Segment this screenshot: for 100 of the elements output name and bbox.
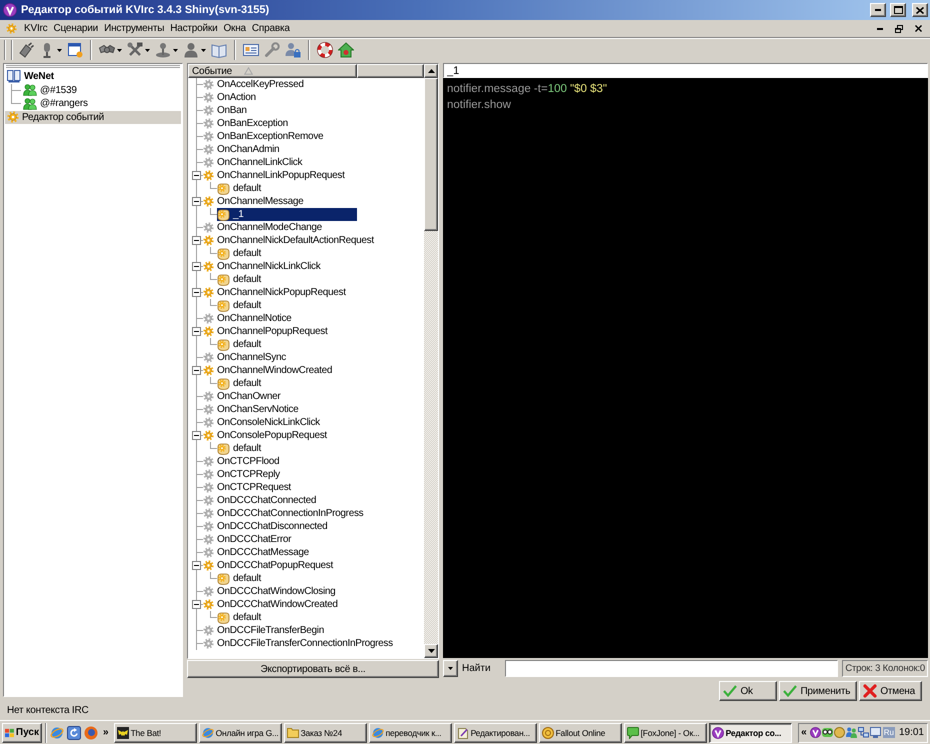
window-icon[interactable] bbox=[67, 42, 83, 58]
menu-item[interactable]: Справка bbox=[248, 21, 293, 36]
taskbar-button[interactable]: [FoxJone] - Ок... bbox=[624, 722, 707, 742]
maximize-button[interactable] bbox=[890, 3, 906, 17]
collapse-icon[interactable] bbox=[192, 366, 201, 375]
collapse-icon[interactable] bbox=[192, 197, 201, 206]
card-icon[interactable] bbox=[243, 42, 259, 58]
window-list-item[interactable]: Редактор событий bbox=[5, 110, 181, 124]
event-item[interactable]: OnCTCPFlood bbox=[203, 455, 282, 468]
event-item[interactable]: OnDCCChatDisconnected bbox=[203, 520, 330, 533]
glasses-icon[interactable] bbox=[822, 727, 833, 738]
caret-icon[interactable] bbox=[201, 48, 206, 52]
collapse-icon[interactable] bbox=[192, 431, 201, 440]
app-logo-icon[interactable] bbox=[810, 727, 821, 738]
event-item[interactable]: OnDCCFileTransferBegin bbox=[203, 624, 327, 637]
handler-item[interactable]: default bbox=[217, 182, 264, 195]
event-item[interactable]: OnChanAdmin bbox=[203, 143, 282, 156]
plug-icon[interactable] bbox=[18, 42, 34, 58]
event-item[interactable]: OnBanExceptionRemove bbox=[203, 130, 326, 143]
collapse-icon[interactable] bbox=[192, 561, 201, 570]
caret-icon[interactable] bbox=[117, 48, 122, 52]
network-icon[interactable] bbox=[858, 727, 869, 738]
restore-icon[interactable] bbox=[895, 24, 903, 32]
event-item[interactable]: OnDCCChatPopupRequest bbox=[203, 559, 336, 572]
circular-arrow-icon[interactable] bbox=[67, 726, 81, 740]
taskbar-button[interactable]: Онлайн игра G... bbox=[198, 722, 282, 742]
home-icon[interactable] bbox=[338, 42, 354, 58]
collapse-icon[interactable] bbox=[192, 236, 201, 245]
export-button[interactable]: Экспортировать всё в... bbox=[187, 660, 439, 678]
menu-item[interactable]: Настройки bbox=[167, 21, 220, 36]
collapse-icon[interactable] bbox=[192, 288, 201, 297]
event-item[interactable]: OnDCCChatConnectionInProgress bbox=[203, 507, 366, 520]
confirm-button[interactable]: Применить bbox=[779, 681, 858, 701]
app-logo-icon[interactable] bbox=[3, 3, 17, 17]
minimize-icon[interactable] bbox=[877, 28, 883, 30]
window-list-item[interactable]: @#1539 bbox=[21, 84, 80, 97]
caret-icon[interactable] bbox=[57, 48, 62, 52]
event-item[interactable]: OnAccelKeyPressed bbox=[203, 78, 307, 91]
taskbar-button[interactable]: переводчик к... bbox=[368, 722, 452, 742]
event-item[interactable]: OnChannelLinkPopupRequest bbox=[203, 169, 348, 182]
handler-item[interactable]: default bbox=[217, 247, 264, 260]
orb-icon[interactable] bbox=[84, 726, 98, 740]
event-item[interactable]: OnChannelNickLinkClick bbox=[203, 260, 324, 273]
handler-name-field[interactable]: _1 bbox=[443, 63, 928, 78]
taskbar-button[interactable]: Редактирован... bbox=[454, 722, 537, 742]
collapse-icon[interactable] bbox=[192, 262, 201, 271]
user-lock-icon[interactable] bbox=[285, 42, 301, 58]
scroll-down-button[interactable] bbox=[424, 644, 438, 658]
joystick-icon[interactable] bbox=[155, 42, 171, 58]
caret-icon[interactable] bbox=[448, 667, 453, 670]
handler-item[interactable]: default bbox=[217, 299, 264, 312]
collapse-icon[interactable] bbox=[192, 600, 201, 609]
event-item[interactable]: OnDCCChatConnected bbox=[203, 494, 320, 507]
cancel-button[interactable]: Отмена bbox=[859, 681, 922, 701]
caret-icon[interactable] bbox=[173, 48, 178, 52]
start-button[interactable]: Пуск bbox=[2, 722, 42, 742]
menu-item[interactable]: Инструменты bbox=[101, 21, 168, 36]
menu-item[interactable]: Окна bbox=[220, 21, 249, 36]
event-item[interactable]: OnCTCPRequest bbox=[203, 481, 294, 494]
caret-icon[interactable] bbox=[145, 48, 150, 52]
event-item[interactable]: OnChannelLinkClick bbox=[203, 156, 306, 169]
event-item[interactable]: OnChannelNotice bbox=[203, 312, 294, 325]
close-icon[interactable] bbox=[915, 25, 922, 32]
event-item[interactable]: OnChannelModeChange bbox=[203, 221, 325, 234]
quick-launch-more-button[interactable]: » bbox=[101, 727, 111, 738]
event-item[interactable]: OnDCCChatWindowClosing bbox=[203, 585, 338, 598]
event-item[interactable]: OnConsoleNickLinkClick bbox=[203, 416, 323, 429]
tools-icon[interactable] bbox=[127, 42, 143, 58]
event-item[interactable]: OnConsolePopupRequest bbox=[203, 429, 330, 442]
code-editor[interactable]: notifier.message -t=100 "$0 $3" notifier.show bbox=[443, 78, 928, 658]
find-toggle-button[interactable] bbox=[443, 660, 458, 677]
find-field[interactable] bbox=[504, 660, 838, 677]
taskbar-button[interactable]: The Bat! bbox=[114, 722, 197, 742]
event-item[interactable]: OnDCCChatError bbox=[203, 533, 294, 546]
menu-item[interactable]: KVIrc bbox=[21, 21, 50, 36]
lifebuoy-icon[interactable] bbox=[317, 42, 333, 58]
scrollbar-thumb[interactable] bbox=[424, 78, 438, 231]
event-item[interactable]: OnChannelMessage bbox=[203, 195, 306, 208]
event-item[interactable]: OnChannelSync bbox=[203, 351, 289, 364]
event-item[interactable]: OnChannelNickDefaultActionRequest bbox=[203, 234, 377, 247]
event-item[interactable]: OnChannelPopupRequest bbox=[203, 325, 330, 338]
handler-item[interactable]: default bbox=[217, 572, 264, 585]
handler-item[interactable]: default bbox=[217, 377, 264, 390]
event-item[interactable]: OnCTCPReply bbox=[203, 468, 283, 481]
scroll-up-button[interactable] bbox=[424, 64, 438, 78]
event-item[interactable]: OnChannelWindowCreated bbox=[203, 364, 336, 377]
monitor-icon[interactable] bbox=[870, 727, 881, 738]
collapse-icon[interactable] bbox=[192, 171, 201, 180]
book-icon[interactable] bbox=[211, 42, 227, 58]
event-item[interactable]: OnChanOwner bbox=[203, 390, 284, 403]
window-list-item[interactable]: WeNet bbox=[5, 70, 57, 84]
handler-item[interactable]: _1 bbox=[217, 208, 357, 221]
taskbar-button[interactable]: Редактор со... bbox=[708, 722, 792, 742]
event-item[interactable]: OnChannelNickPopupRequest bbox=[203, 286, 349, 299]
handler-item[interactable]: default bbox=[217, 442, 264, 455]
event-item[interactable]: OnDCCChatMessage bbox=[203, 546, 312, 559]
window-list-item[interactable]: @#rangers bbox=[21, 97, 91, 110]
event-item[interactable]: OnBan bbox=[203, 104, 250, 117]
event-item[interactable]: OnAction bbox=[203, 91, 259, 104]
taskbar-button[interactable]: Заказ №24 bbox=[284, 722, 367, 742]
